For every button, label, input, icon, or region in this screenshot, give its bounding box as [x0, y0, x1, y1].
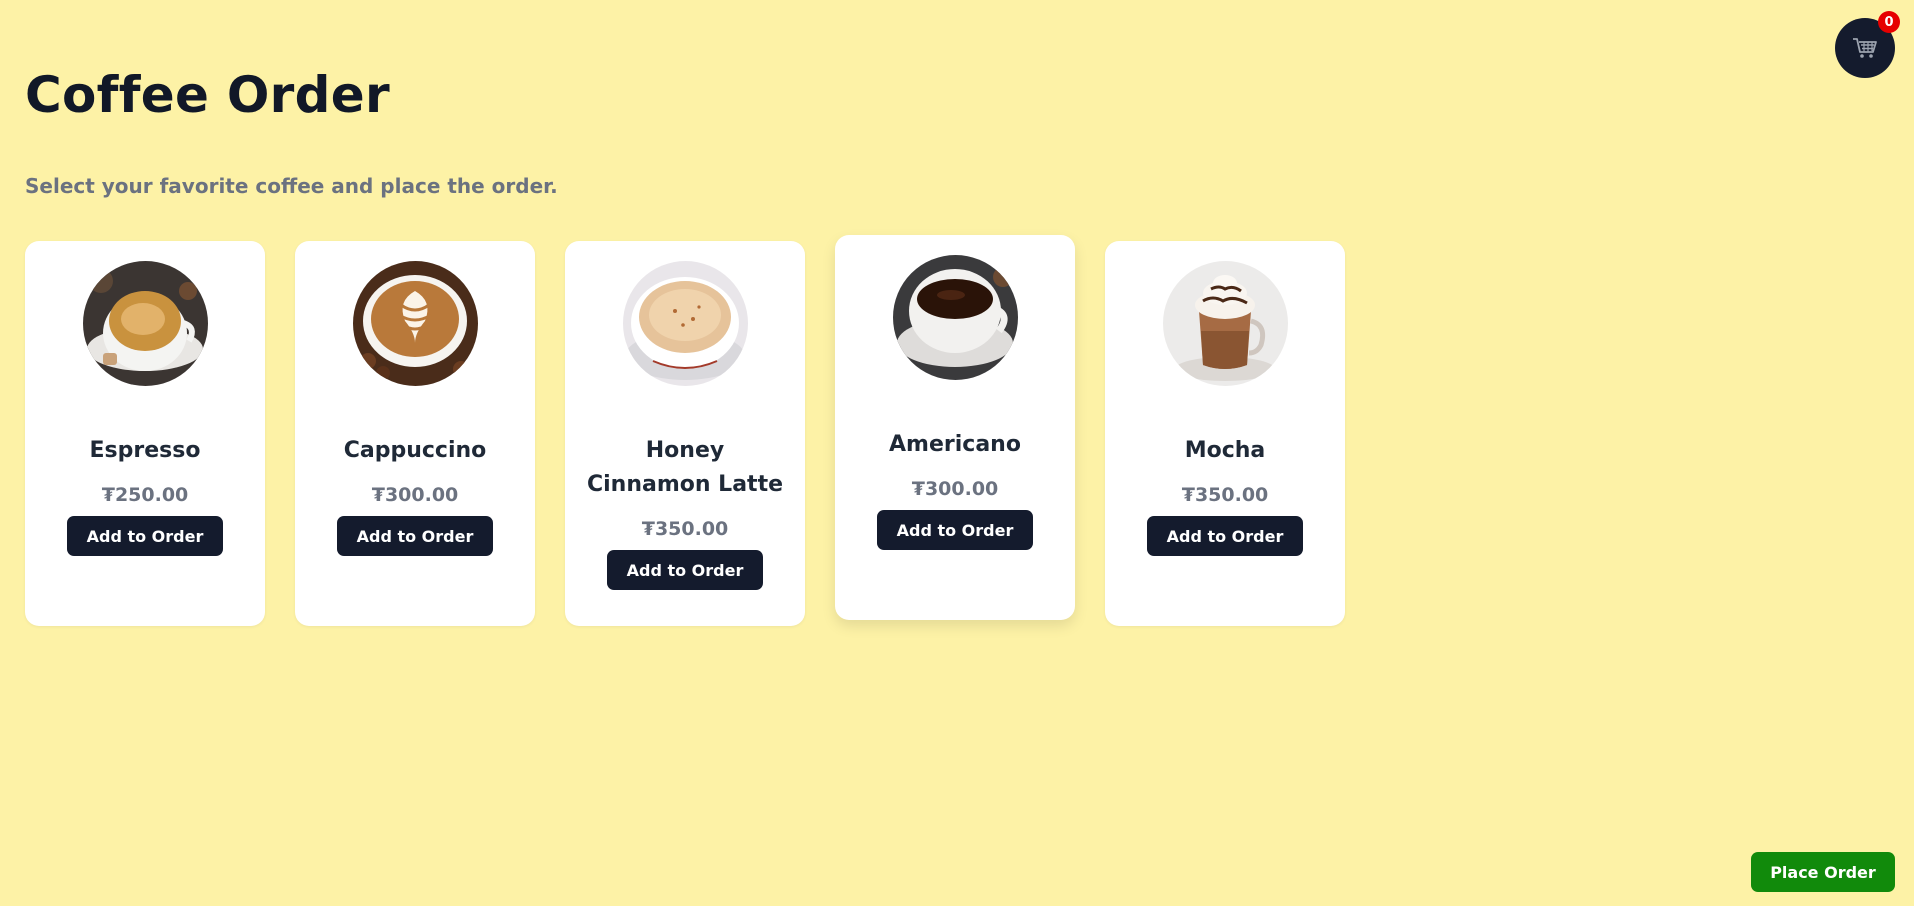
page-subtitle: Select your favorite coffee and place th… [25, 174, 558, 198]
product-card-espresso: Espresso ₮250.00 Add to Order [25, 241, 265, 626]
honey-cinnamon-latte-photo [622, 261, 748, 386]
americano-photo [892, 255, 1018, 380]
add-to-order-button[interactable]: Add to Order [1147, 516, 1303, 556]
place-order-button[interactable]: Place Order [1751, 852, 1895, 892]
product-name: Mocha [1184, 438, 1266, 463]
product-card-mocha: Mocha ₮350.00 Add to Order [1105, 241, 1345, 626]
cart-icon [1853, 38, 1877, 58]
product-price: ₮350.00 [641, 518, 729, 540]
product-name: Cappuccino [343, 438, 487, 463]
page-title: Coffee Order [25, 66, 390, 124]
product-name: Honey Cinnamon Latte [586, 438, 784, 497]
product-price: ₮350.00 [1181, 484, 1269, 506]
product-card-americano: Americano ₮300.00 Add to Order [835, 235, 1075, 620]
add-to-order-button[interactable]: Add to Order [67, 516, 223, 556]
product-price: ₮300.00 [911, 478, 999, 500]
product-price: ₮250.00 [101, 484, 189, 506]
product-name: Espresso [89, 438, 201, 463]
espresso-photo [82, 261, 208, 386]
add-to-order-button[interactable]: Add to Order [877, 510, 1033, 550]
add-to-order-button[interactable]: Add to Order [337, 516, 493, 556]
product-card-honey-cinnamon-latte: Honey Cinnamon Latte ₮350.00 Add to Orde… [565, 241, 805, 626]
add-to-order-button[interactable]: Add to Order [607, 550, 763, 590]
product-card-cappuccino: Cappuccino ₮300.00 Add to Order [295, 241, 535, 626]
coffee-order-page: Coffee Order Select your favorite coffee… [0, 0, 1914, 906]
cart-count-badge: 0 [1878, 11, 1900, 33]
mocha-photo [1162, 261, 1288, 386]
cappuccino-photo [352, 261, 478, 386]
product-name: Americano [889, 432, 1021, 457]
product-price: ₮300.00 [371, 484, 459, 506]
